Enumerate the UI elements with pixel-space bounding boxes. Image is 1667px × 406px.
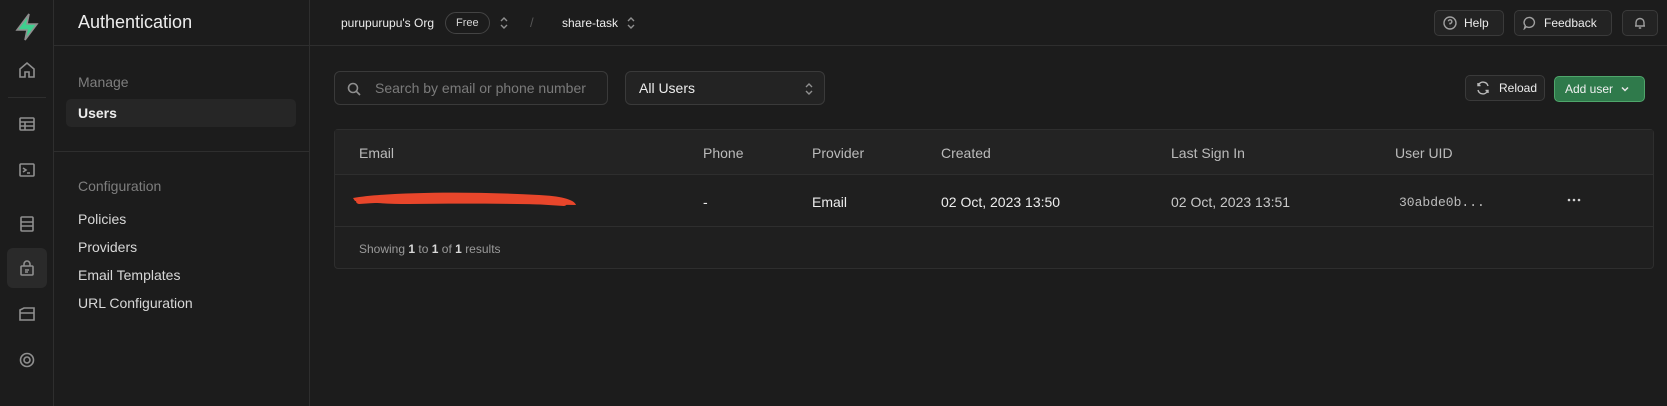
email-redaction-scribble — [353, 192, 576, 206]
feedback-icon — [1523, 16, 1536, 30]
users-table: Email Phone Provider Created Last Sign I… — [334, 129, 1654, 269]
menu-divider — [54, 151, 310, 152]
storage-icon[interactable] — [7, 294, 47, 334]
reload-button[interactable]: Reload — [1465, 75, 1545, 101]
supabase-logo[interactable] — [12, 12, 42, 42]
help-label: Help — [1464, 16, 1489, 30]
reload-label: Reload — [1499, 81, 1538, 95]
summary-suffix: results — [465, 242, 501, 256]
column-header-provider: Provider — [812, 145, 865, 161]
cell-user-uid[interactable]: 30abde0b... — [1399, 195, 1485, 210]
top-bar: purupurupu's Org Free / share-task Help … — [310, 0, 1667, 46]
add-user-label: Add user — [1565, 82, 1614, 96]
menu-item-providers[interactable]: Providers — [78, 239, 137, 255]
org-switcher-chevron-icon[interactable] — [499, 15, 509, 31]
feedback-label: Feedback — [1544, 16, 1597, 30]
home-icon[interactable] — [7, 50, 47, 90]
menu-item-url-configuration[interactable]: URL Configuration — [78, 295, 193, 311]
feedback-button[interactable]: Feedback — [1514, 10, 1612, 36]
column-header-created: Created — [941, 145, 991, 161]
row-actions-more-icon[interactable] — [1563, 191, 1585, 209]
table-editor-icon[interactable] — [7, 104, 47, 144]
pagination-summary: Showing 1 to 1 of 1 results — [359, 242, 501, 256]
user-filter-select[interactable]: All Users — [625, 71, 825, 105]
menu-item-email-templates[interactable]: Email Templates — [78, 267, 180, 283]
search-icon — [347, 82, 361, 96]
summary-of-word: of — [441, 242, 452, 256]
authentication-icon[interactable] — [7, 248, 47, 288]
column-header-phone: Phone — [703, 145, 744, 161]
column-header-user-uid: User UID — [1395, 145, 1453, 161]
table-header: Email Phone Provider Created Last Sign I… — [335, 130, 1653, 175]
cell-created: 02 Oct, 2023 13:50 — [941, 194, 1061, 210]
chevron-up-down-icon — [804, 81, 814, 100]
refresh-icon — [1477, 81, 1489, 95]
summary-from: 1 — [408, 242, 416, 256]
manage-section-label: Manage — [78, 74, 129, 90]
icon-rail — [0, 0, 54, 406]
summary-total: 1 — [455, 242, 462, 256]
search-field[interactable] — [334, 71, 608, 105]
bell-icon — [1635, 17, 1645, 29]
cell-last-sign-in: 02 Oct, 2023 13:51 — [1171, 194, 1291, 210]
column-header-last-sign-in: Last Sign In — [1171, 145, 1245, 161]
breadcrumb-separator: / — [530, 15, 534, 30]
summary-to: 1 — [431, 242, 439, 256]
table-row[interactable]: - Email 02 Oct, 2023 13:50 02 Oct, 2023 … — [335, 175, 1653, 227]
org-breadcrumb[interactable]: purupurupu's Org — [341, 16, 434, 30]
search-input[interactable] — [375, 72, 603, 104]
notifications-button[interactable] — [1622, 10, 1658, 36]
cell-phone: - — [703, 194, 708, 210]
product-menu: Authentication Manage Users Configuratio… — [54, 0, 310, 406]
plan-badge: Free — [445, 12, 490, 34]
menu-item-users[interactable]: Users — [66, 99, 296, 127]
user-filter-value: All Users — [639, 80, 696, 96]
database-icon[interactable] — [7, 204, 47, 244]
rail-divider — [8, 97, 46, 98]
summary-to-word: to — [418, 242, 429, 256]
help-icon — [1443, 16, 1457, 30]
sql-editor-icon[interactable] — [7, 150, 47, 190]
realtime-icon[interactable] — [7, 340, 47, 380]
project-switcher-chevron-icon[interactable] — [626, 15, 636, 31]
menu-title: Authentication — [54, 0, 309, 46]
project-breadcrumb[interactable]: share-task — [562, 16, 618, 30]
menu-item-policies[interactable]: Policies — [78, 211, 126, 227]
chevron-down-icon — [1621, 86, 1629, 92]
add-user-button[interactable]: Add user — [1554, 76, 1645, 102]
configuration-section-label: Configuration — [78, 178, 162, 194]
cell-provider: Email — [812, 194, 848, 210]
column-header-email: Email — [359, 145, 395, 161]
help-button[interactable]: Help — [1434, 10, 1504, 36]
summary-prefix: Showing — [359, 242, 406, 256]
